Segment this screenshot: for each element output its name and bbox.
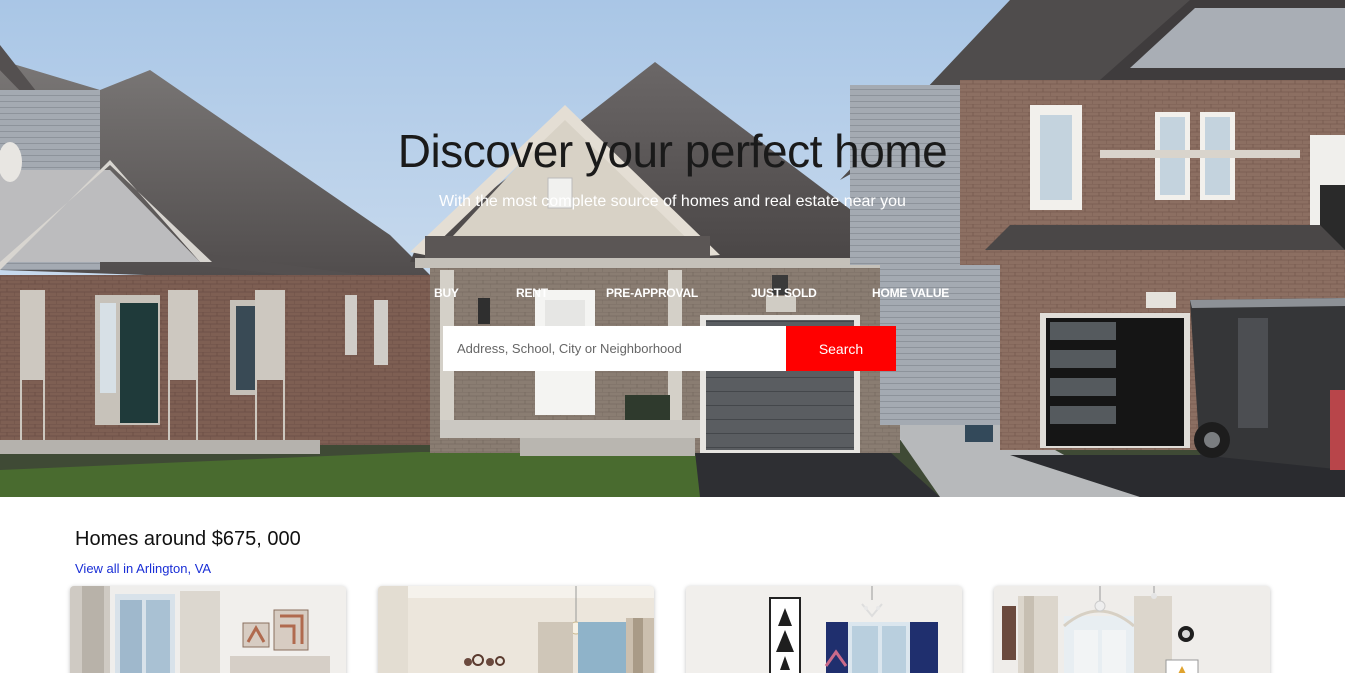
- nav-pre-approval[interactable]: PRE-APPROVAL: [606, 286, 698, 300]
- listing-photo-3: [686, 586, 962, 673]
- hero-background-image: [0, 0, 1345, 497]
- search-input[interactable]: [443, 326, 786, 371]
- hero-banner: Discover your perfect home With the most…: [0, 0, 1345, 497]
- nav-home-value[interactable]: HOME VALUE: [872, 286, 949, 300]
- hero-subtitle: With the most complete source of homes a…: [439, 193, 906, 210]
- listing-card-2[interactable]: [378, 586, 654, 673]
- nav-just-sold[interactable]: JUST SOLD: [751, 286, 817, 300]
- listing-photo-4: [994, 586, 1270, 673]
- listings-title: Homes around $675, 000: [75, 528, 301, 550]
- hero-nav: BUY RENT PRE-APPROVAL JUST SOLD HOME VAL…: [434, 286, 954, 304]
- view-all-link[interactable]: View all in Arlington, VA: [75, 561, 211, 576]
- listing-photo-1: [70, 586, 346, 673]
- listing-card-3[interactable]: [686, 586, 962, 673]
- hero-title: Discover your perfect home: [397, 125, 948, 177]
- nav-rent[interactable]: RENT: [516, 286, 548, 300]
- nav-buy[interactable]: BUY: [434, 286, 459, 300]
- listing-card-1[interactable]: [70, 586, 346, 673]
- listing-photo-2: [378, 586, 654, 673]
- search-box: Search: [443, 326, 896, 371]
- listing-card-4[interactable]: [994, 586, 1270, 673]
- search-button[interactable]: Search: [786, 326, 896, 371]
